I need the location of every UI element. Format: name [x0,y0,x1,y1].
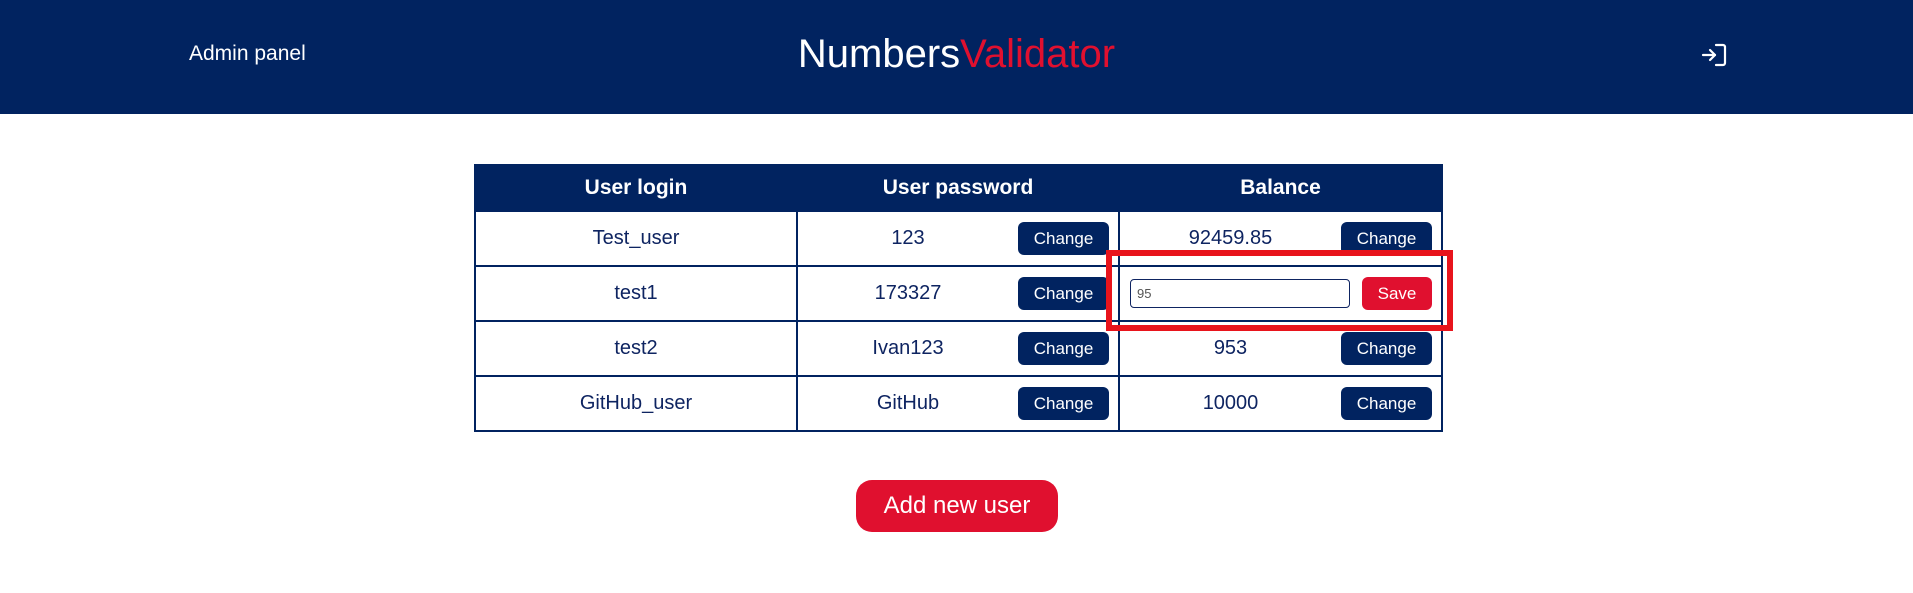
password-value: Ivan123 [872,337,944,359]
balance-cell: 953 Change [1118,320,1443,377]
column-header-login: User login [474,164,798,212]
user-login-cell: test1 [474,265,798,322]
change-password-button[interactable]: Change [1018,277,1109,310]
change-password-button[interactable]: Change [1018,332,1109,365]
balance-cell: 10000 Change [1118,375,1443,432]
user-login-cell: GitHub_user [474,375,798,432]
password-value: 173327 [874,282,942,304]
change-balance-button[interactable]: Change [1341,387,1432,420]
balance-value: 953 [1213,337,1248,359]
balance-input[interactable] [1130,279,1350,308]
users-table: User login User password Balance Test_us… [474,164,1443,432]
balance-value: 10000 [1202,392,1259,414]
change-balance-button[interactable]: Change [1341,332,1432,365]
user-password-cell: Ivan123 Change [796,320,1120,377]
change-balance-button[interactable]: Change [1341,222,1432,255]
user-password-cell: 123 Change [796,210,1120,267]
add-user-button[interactable]: Add new user [856,480,1058,532]
balance-cell: Save [1118,265,1443,322]
brand-logo: NumbersValidator [0,30,1913,78]
login-icon[interactable] [1699,40,1729,70]
user-password-cell: GitHub Change [796,375,1120,432]
password-value: 123 [891,227,925,249]
password-value: GitHub [876,392,940,414]
change-password-button[interactable]: Change [1018,387,1109,420]
table-row: test2 Ivan123 Change 953 Change [474,320,1443,377]
table-row: test1 173327 Change Save [474,265,1443,322]
save-balance-button[interactable]: Save [1362,277,1432,310]
user-password-cell: 173327 Change [796,265,1120,322]
change-password-button[interactable]: Change [1018,222,1109,255]
user-login-cell: Test_user [474,210,798,267]
brand-name-part1: Numbers [797,32,961,76]
brand-name-part2: Validator [960,32,1116,76]
balance-cell: 92459.85 Change [1118,210,1443,267]
table-row: Test_user 123 Change 92459.85 Change [474,210,1443,267]
column-header-balance: Balance [1118,164,1443,212]
balance-value: 92459.85 [1188,227,1273,249]
table-header-row: User login User password Balance [474,164,1443,212]
user-login-cell: test2 [474,320,798,377]
table-row: GitHub_user GitHub Change 10000 Change [474,375,1443,432]
column-header-password: User password [796,164,1120,212]
top-bar: Admin panel NumbersValidator [0,0,1913,114]
